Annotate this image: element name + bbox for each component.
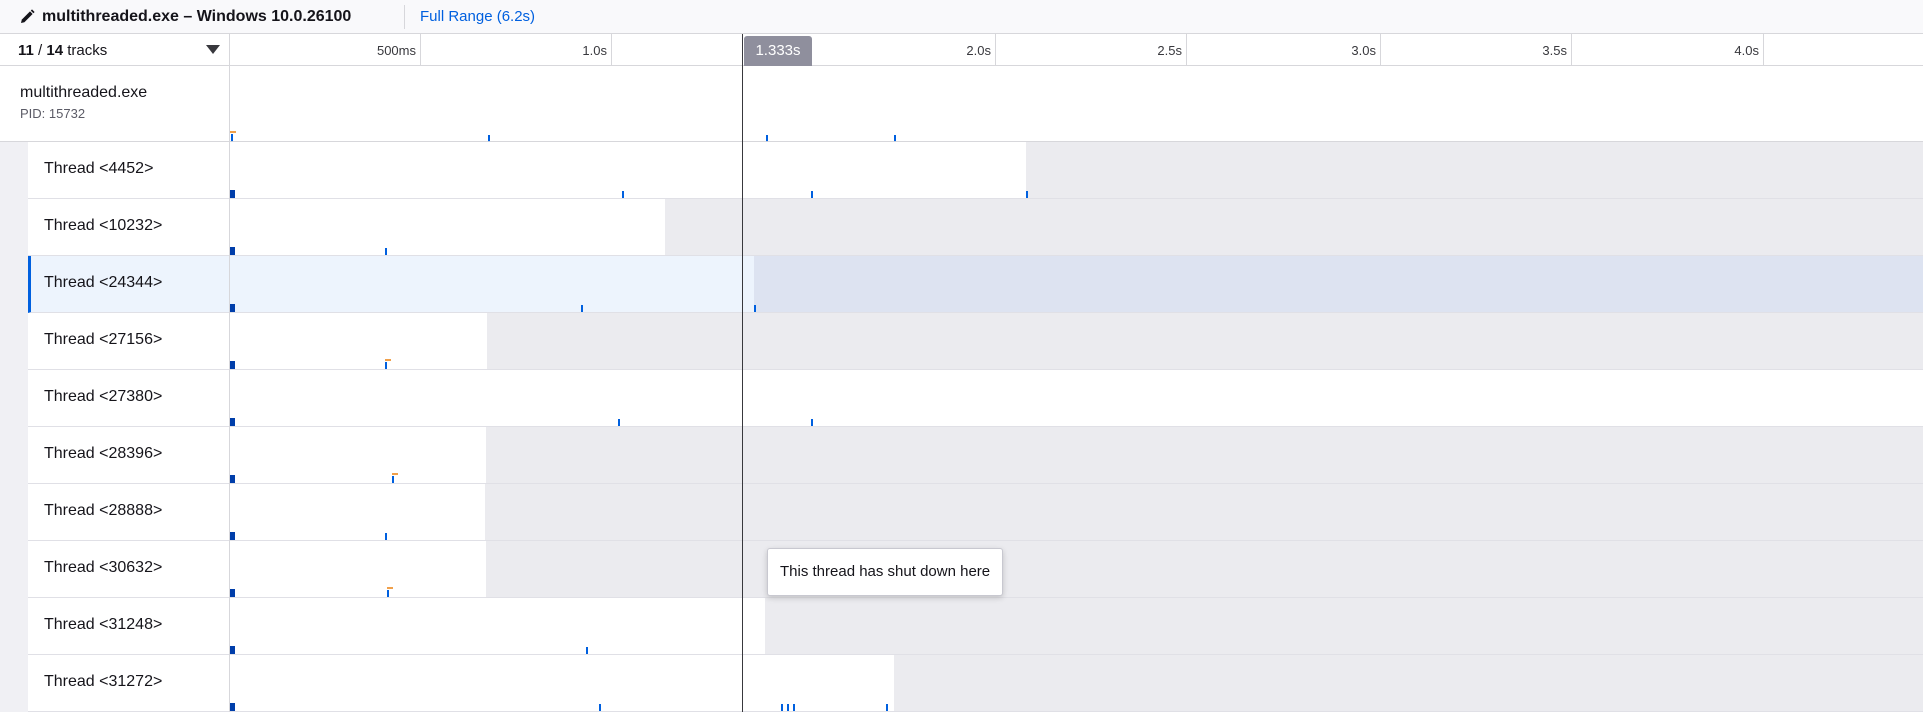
thread-track-label[interactable]: Thread <27380> [44, 388, 162, 406]
process-name: multithreaded.exe [20, 84, 148, 101]
thread-shutdown-region [754, 256, 1923, 312]
thread-sample-mark [385, 533, 387, 540]
thread-shutdown-region [665, 199, 1923, 255]
timeline-tick-line [1571, 34, 1572, 66]
thread-track-label[interactable]: Thread <27156> [44, 331, 162, 349]
thread-activity-graph[interactable] [229, 541, 1923, 597]
profile-name-bar: multithreaded.exe – Windows 10.0.26100 F… [0, 0, 1923, 34]
thread-sample-mark [622, 191, 624, 198]
thread-track-label[interactable]: Thread <31248> [44, 616, 162, 634]
pencil-icon[interactable] [18, 8, 36, 26]
thread-activity-graph[interactable] [229, 370, 1923, 426]
timeline-tick-label: 3.5s [1542, 43, 1567, 58]
thread-track-row[interactable]: Thread <4452> [28, 142, 1923, 199]
thread-track-row[interactable]: Thread <31248> [28, 598, 1923, 655]
thread-shutdown-region [486, 427, 1923, 483]
thread-indent-gutter [0, 142, 28, 712]
total-track-count: 14 [46, 42, 64, 59]
thread-track-row[interactable]: Thread <28888> [28, 484, 1923, 541]
thread-sample-mark [385, 359, 391, 361]
thread-activity-graph[interactable] [229, 142, 1923, 198]
thread-track-label[interactable]: Thread <4452> [44, 160, 153, 178]
thread-sample-mark [392, 473, 398, 475]
visible-track-count: 11 [18, 42, 34, 59]
timeline-tick-line [420, 34, 421, 66]
thread-sample-mark [385, 362, 387, 369]
thread-shutdown-region [487, 313, 1923, 369]
process-track[interactable]: multithreaded.exe PID: 15732 [0, 66, 1923, 142]
thread-sample-mark [811, 191, 813, 198]
thread-activity-graph[interactable] [229, 484, 1923, 540]
thread-sample-mark [599, 704, 601, 711]
thread-track-label[interactable]: Thread <30632> [44, 559, 162, 577]
thread-track-row[interactable]: Thread <27380> [28, 370, 1923, 427]
thread-sample-mark [581, 305, 583, 312]
thread-sample-mark [387, 587, 393, 589]
thread-shutdown-region [894, 655, 1923, 711]
process-pid: PID: 15732 [20, 106, 86, 121]
thread-sample-mark [385, 248, 387, 255]
thread-track-row[interactable]: Thread <31272> [28, 655, 1923, 712]
thread-track-label[interactable]: Thread <31272> [44, 673, 162, 691]
timeline-tick-line [1380, 34, 1381, 66]
thread-track-row[interactable]: Thread <24344> [28, 256, 1923, 313]
label-column-divider [229, 34, 230, 712]
thread-track-row[interactable]: Thread <27156> [28, 313, 1923, 370]
thread-sample-mark [586, 647, 588, 654]
thread-sample-mark [781, 704, 783, 711]
thread-activity-graph[interactable] [229, 256, 1923, 312]
title-separator [404, 5, 405, 29]
thread-shutdown-region [485, 484, 1923, 540]
tracks-suffix: tracks [67, 42, 108, 59]
thread-shutdown-region [486, 541, 1923, 597]
thread-sample-mark [787, 704, 789, 711]
thread-shutdown-tooltip: This thread has shut down here [767, 548, 1004, 596]
caret-down-icon[interactable] [206, 45, 220, 54]
timeline-hover-cursor [742, 34, 743, 712]
thread-activity-graph[interactable] [229, 655, 1923, 711]
full-range-breadcrumb[interactable]: Full Range (6.2s) [420, 8, 535, 25]
thread-track-row[interactable]: Thread <28396> [28, 427, 1923, 484]
thread-track-label[interactable]: Thread <24344> [44, 274, 162, 292]
thread-sample-mark [886, 704, 888, 711]
timeline-tick-label: 2.5s [1157, 43, 1182, 58]
thread-track-row[interactable]: Thread <10232> [28, 199, 1923, 256]
thread-sample-mark [1026, 191, 1028, 198]
timeline-tick-label: 2.0s [966, 43, 991, 58]
thread-shutdown-region [1026, 142, 1923, 198]
thread-activity-graph[interactable] [229, 313, 1923, 369]
hover-time-badge: 1.333s [744, 36, 812, 66]
profile-title[interactable]: multithreaded.exe – Windows 10.0.26100 [42, 8, 351, 26]
thread-sample-mark [392, 476, 394, 483]
thread-sample-mark [754, 305, 756, 312]
thread-track-label[interactable]: Thread <28396> [44, 445, 162, 463]
timeline-tick-line [1763, 34, 1764, 66]
timeline-tick-line [1186, 34, 1187, 66]
timeline-tick-label: 1.0s [582, 43, 607, 58]
thread-activity-graph[interactable] [229, 598, 1923, 654]
track-count[interactable]: 11 / 14 tracks [18, 42, 107, 59]
timeline-tick-label: 3.0s [1351, 43, 1376, 58]
timeline-tick-label: 500ms [376, 43, 416, 58]
timeline-tick-line [611, 34, 612, 66]
thread-sample-mark [387, 590, 389, 597]
process-activity-mark [230, 131, 236, 133]
thread-track-label[interactable]: Thread <28888> [44, 502, 162, 520]
timeline-tick-label: 4.0s [1734, 43, 1759, 58]
thread-track-label[interactable]: Thread <10232> [44, 217, 162, 235]
thread-shutdown-region [765, 598, 1923, 654]
thread-sample-mark [811, 419, 813, 426]
thread-sample-mark [793, 704, 795, 711]
timeline-tick-line [995, 34, 996, 66]
thread-activity-graph[interactable] [229, 199, 1923, 255]
thread-activity-graph[interactable] [229, 427, 1923, 483]
thread-sample-mark [618, 419, 620, 426]
